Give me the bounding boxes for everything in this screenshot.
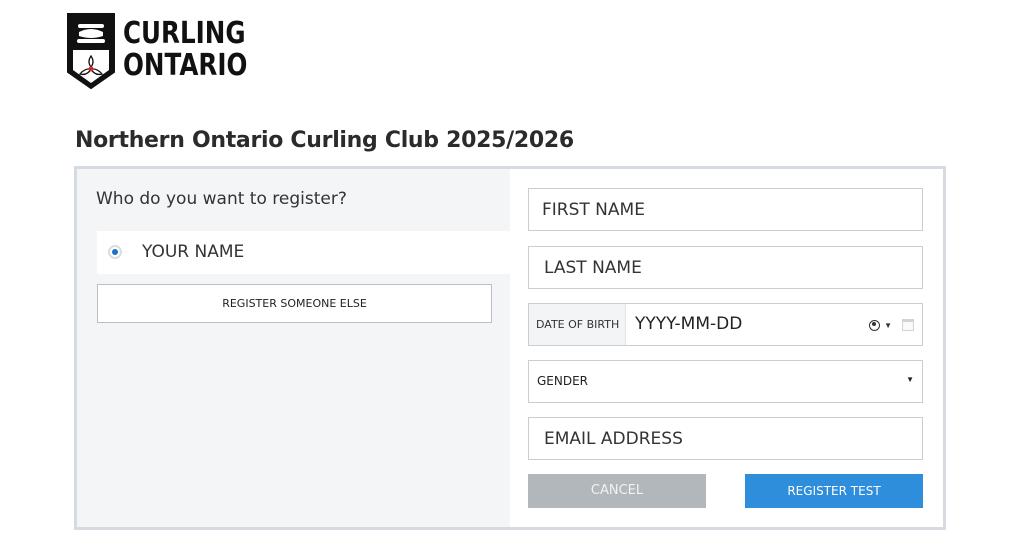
date-of-birth-label: DATE OF BIRTH <box>529 304 626 345</box>
register-button[interactable]: REGISTER TEST <box>745 474 923 508</box>
register-someone-else-button[interactable]: REGISTER SOMEONE ELSE <box>97 284 492 323</box>
radio-selected-icon[interactable] <box>108 245 122 259</box>
caret-down-icon: ▼ <box>906 375 914 384</box>
last-name-field <box>528 246 923 289</box>
gender-label: GENDER <box>537 374 589 388</box>
first-name-field <box>528 188 923 231</box>
page-title: Northern Ontario Curling Club 2025/2026 <box>75 128 574 153</box>
person-icon[interactable] <box>869 319 881 331</box>
first-name-input[interactable] <box>529 189 922 230</box>
chevron-down-icon[interactable]: ▼ <box>884 321 892 330</box>
date-of-birth-field[interactable]: DATE OF BIRTH YYYY-MM-DD ▼ <box>528 303 923 346</box>
curling-ontario-logo: CURLING ONTARIO <box>66 12 247 92</box>
registrant-details-pane: DATE OF BIRTH YYYY-MM-DD ▼ GENDER ▼ CANC… <box>510 169 943 527</box>
register-question: Who do you want to register? <box>96 189 347 209</box>
date-of-birth-value[interactable]: YYYY-MM-DD <box>635 314 742 334</box>
logo-wordmark: CURLING ONTARIO <box>123 18 247 82</box>
calendar-icon[interactable] <box>902 319 914 331</box>
email-input[interactable] <box>529 418 922 459</box>
email-field <box>528 417 923 460</box>
registration-form-card: Who do you want to register? YOUR NAME R… <box>74 166 946 530</box>
your-name-label: YOUR NAME <box>142 242 245 262</box>
logo-line-2: ONTARIO <box>123 48 248 83</box>
date-of-birth-controls: ▼ <box>869 317 914 333</box>
your-name-option[interactable]: YOUR NAME <box>97 231 510 274</box>
logo-shield-icon <box>67 13 115 90</box>
cancel-button[interactable]: CANCEL <box>528 474 706 508</box>
registrant-selector-pane: Who do you want to register? YOUR NAME R… <box>77 169 510 527</box>
gender-select[interactable]: GENDER ▼ <box>528 360 923 403</box>
logo-line-1: CURLING <box>123 16 246 51</box>
last-name-input[interactable] <box>529 247 922 288</box>
